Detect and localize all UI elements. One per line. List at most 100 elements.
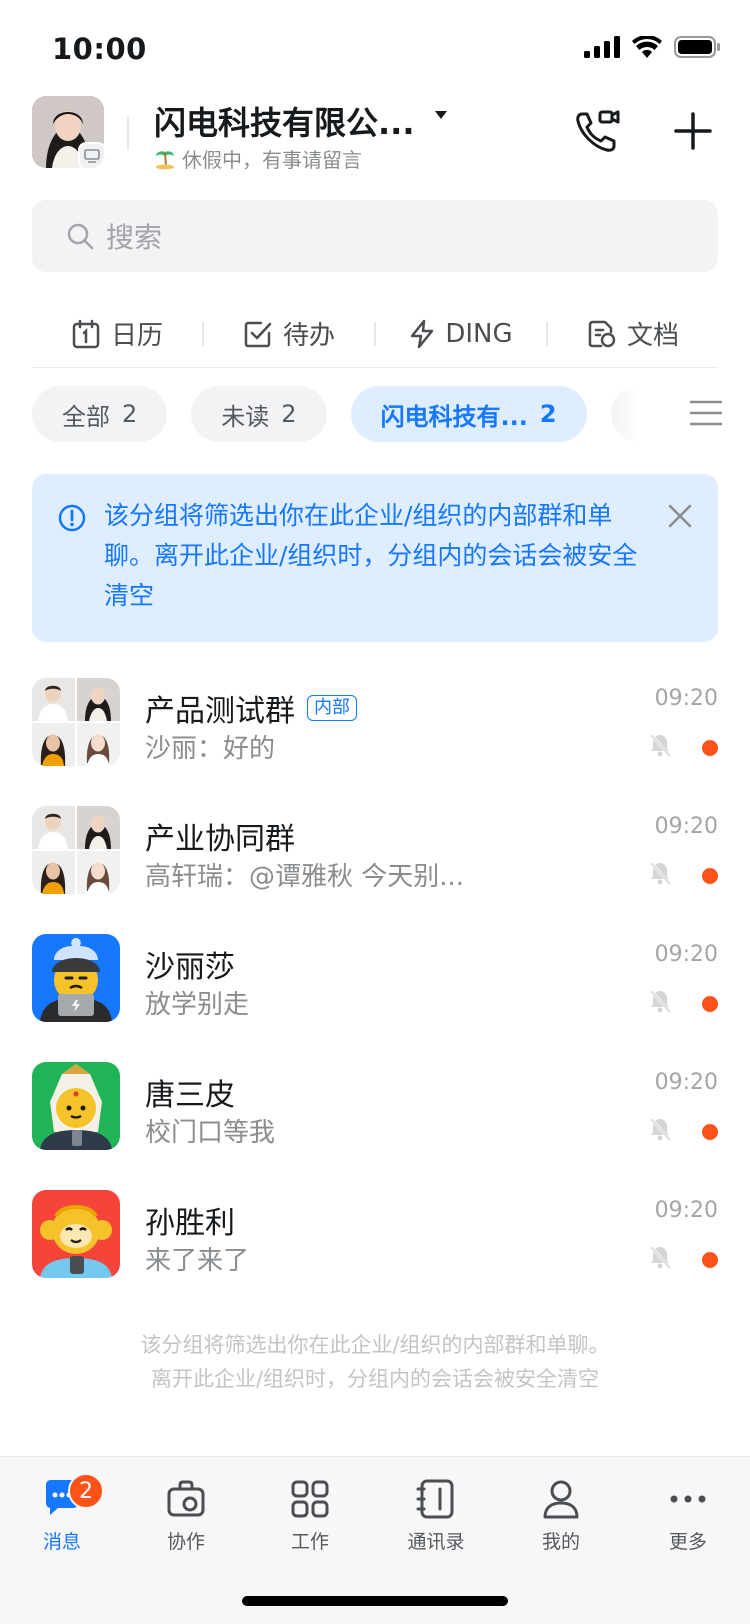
internal-tag: 内部 xyxy=(307,695,357,721)
search-icon xyxy=(67,223,94,250)
beach-icon xyxy=(156,150,174,169)
caret-down-icon[interactable] xyxy=(434,110,448,120)
tab-label: 更多 xyxy=(668,1531,707,1553)
chat-item[interactable]: 产品测试群 内部 沙丽：好的 09:20 xyxy=(0,678,750,806)
chat-time: 09:20 xyxy=(654,814,718,839)
tab-label: 协作 xyxy=(166,1531,205,1553)
unread-badge: 2 xyxy=(68,1473,104,1509)
chat-item[interactable]: 唐三皮 校门口等我 09:20 xyxy=(0,1062,750,1190)
chat-title: 唐三皮 xyxy=(145,1078,235,1113)
footer-note-line: 该分组将筛选出你在此企业/组织的内部群和单聊。 xyxy=(140,1333,610,1357)
tab-work[interactable]: 工作 xyxy=(260,1477,360,1554)
search-placeholder: 搜索 xyxy=(106,221,163,254)
unread-dot xyxy=(702,1252,718,1268)
chip-label: 全部 xyxy=(62,402,110,431)
chat-item[interactable]: 沙丽莎 放学别走 09:20 xyxy=(0,934,750,1062)
chat-time: 09:20 xyxy=(654,942,718,967)
unread-dot xyxy=(702,740,718,756)
member-avatar-icon xyxy=(32,806,75,849)
tab-contacts[interactable]: 通讯录 xyxy=(386,1477,486,1554)
cartoon-avatar xyxy=(32,1190,120,1278)
avatar[interactable] xyxy=(32,96,104,168)
unread-dot xyxy=(702,996,718,1012)
tool-label: 文档 xyxy=(626,321,679,351)
chat-item[interactable]: 产业协同群 高轩瑞：@谭雅秋 今天别... 09:20 xyxy=(0,806,750,934)
chat-title: 孙胜利 xyxy=(145,1206,235,1241)
quick-tools: 日历 待办 DING 文档 xyxy=(32,300,718,368)
tool-todo[interactable]: 待办 xyxy=(204,309,374,359)
cartoon-avatar xyxy=(32,934,120,1022)
tab-label: 通讯录 xyxy=(407,1531,465,1553)
chip-unread[interactable]: 未读 2 xyxy=(191,386,327,442)
tool-ding[interactable]: DING xyxy=(376,309,546,359)
tab-messages[interactable]: 消息 2 xyxy=(12,1473,112,1554)
tab-label: 我的 xyxy=(541,1531,580,1553)
mute-icon xyxy=(649,733,672,758)
chat-time: 09:20 xyxy=(654,686,718,711)
chip-more-hint[interactable] xyxy=(610,386,641,442)
chip-count: 2 xyxy=(281,400,297,428)
home-indicator xyxy=(242,1596,508,1606)
member-avatar-icon xyxy=(77,723,120,766)
chat-item[interactable]: 孙胜利 来了来了 09:20 xyxy=(0,1190,750,1318)
todo-icon xyxy=(244,321,272,347)
chat-preview: 来了来了 xyxy=(145,1246,250,1276)
footer-note-line: 离开此企业/组织时，分组内的会话会被安全清空 xyxy=(150,1367,600,1391)
signal-icon xyxy=(584,36,620,58)
calendar-icon xyxy=(72,319,100,348)
chip-org[interactable]: 闪电科技有... 2 xyxy=(350,386,587,442)
tool-label: 日历 xyxy=(110,321,163,351)
doc-icon xyxy=(588,320,616,347)
status-icons xyxy=(584,36,720,58)
cartoon-monk-icon xyxy=(32,1062,120,1150)
tool-calendar[interactable]: 日历 xyxy=(32,309,202,359)
info-icon xyxy=(58,504,86,532)
group-avatar xyxy=(32,806,120,894)
chat-preview: 放学别走 xyxy=(145,990,250,1020)
apps-grid-icon xyxy=(291,1480,329,1518)
cartoon-monk-icon xyxy=(32,934,120,1022)
footer-note: 该分组将筛选出你在此企业/组织的内部群和单聊。 离开此企业/组织时，分组内的会话… xyxy=(0,1328,750,1396)
mute-icon xyxy=(649,861,672,886)
menu-icon[interactable] xyxy=(690,400,722,426)
chat-preview: 高轩瑞：@谭雅秋 今天别... xyxy=(145,862,465,892)
chat-title: 产业协同群 xyxy=(145,822,295,857)
tab-collab[interactable]: 协作 xyxy=(136,1477,236,1554)
org-name[interactable]: 闪电科技有限公... xyxy=(154,98,414,144)
add-icon[interactable] xyxy=(674,112,712,150)
chat-title: 产品测试群 xyxy=(145,694,295,729)
status-time: 10:00 xyxy=(52,32,147,66)
tab-me[interactable]: 我的 xyxy=(511,1477,611,1554)
header-divider xyxy=(127,116,129,150)
member-avatar-icon xyxy=(32,723,75,766)
cartoon-monkey-icon xyxy=(32,1190,120,1278)
tab-more[interactable]: 更多 xyxy=(638,1477,738,1554)
chip-count: 2 xyxy=(539,400,557,428)
search-input[interactable]: 搜索 xyxy=(32,200,718,272)
unread-dot xyxy=(702,1124,718,1140)
user-status[interactable]: 休假中，有事请留言 xyxy=(154,144,362,173)
chat-name: 沙丽莎 xyxy=(145,942,235,986)
mute-icon xyxy=(649,1117,672,1142)
contacts-icon xyxy=(416,1479,454,1519)
briefcase-icon xyxy=(167,1480,205,1517)
chat-name: 唐三皮 xyxy=(145,1070,235,1114)
close-icon[interactable] xyxy=(668,504,692,528)
group-notice: 该分组将筛选出你在此企业/组织的内部群和单聊。离开此企业/组织时，分组内的会话会… xyxy=(32,474,718,642)
chat-preview: 沙丽：好的 xyxy=(145,734,276,764)
member-avatar-icon xyxy=(77,806,120,849)
member-avatar-icon xyxy=(77,851,120,894)
unread-dot xyxy=(702,868,718,884)
chip-all[interactable]: 全部 2 xyxy=(32,386,168,442)
wifi-icon xyxy=(632,36,662,58)
cartoon-avatar xyxy=(32,1062,120,1150)
chat-name: 产品测试群 内部 xyxy=(145,686,357,730)
chat-time: 09:20 xyxy=(654,1070,718,1095)
tool-label: DING xyxy=(445,318,513,349)
tab-label: 消息 xyxy=(42,1531,81,1553)
tool-docs[interactable]: 文档 xyxy=(548,309,718,359)
chip-label: 未读 xyxy=(221,402,270,431)
group-avatar xyxy=(32,678,120,766)
video-call-icon[interactable] xyxy=(574,108,620,154)
chip-label: 闪电科技有... xyxy=(380,402,528,431)
